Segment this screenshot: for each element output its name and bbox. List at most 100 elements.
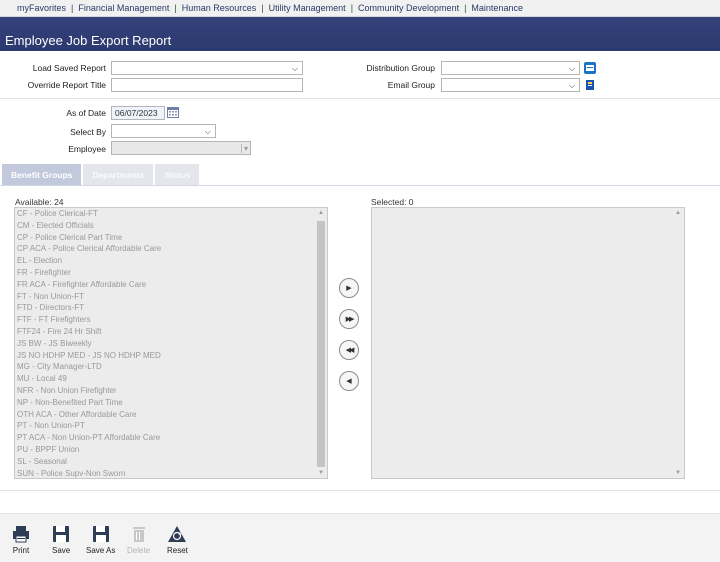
toolbar: Print Save Save As Delete Reset — [0, 513, 720, 562]
nav-financial-management[interactable]: Financial Management — [78, 3, 169, 13]
list-item[interactable]: PU - BPPF Union — [15, 444, 327, 456]
scroll-down-icon[interactable]: ▼ — [316, 470, 326, 476]
list-item[interactable]: JS BW - JS Biweekly — [15, 338, 327, 350]
address-book-icon[interactable] — [584, 79, 596, 91]
reset-label: Reset — [167, 546, 188, 555]
move-left-button[interactable]: ◀ — [339, 371, 359, 391]
nav-utility-management[interactable]: Utility Management — [269, 3, 346, 13]
available-list-items: CF - Police Clerical-FT CM - Elected Offi… — [15, 208, 327, 478]
load-saved-report-label: Load Saved Report — [32, 63, 106, 73]
chevron-down-icon: ⌵ — [204, 127, 211, 136]
nav-community-development[interactable]: Community Development — [358, 3, 459, 13]
list-item[interactable]: CP ACA - Police Clerical Affordable Care — [15, 243, 327, 255]
distribution-group-label: Distribution Group — [366, 63, 435, 73]
nav-myfavorites[interactable]: myFavorites — [17, 3, 66, 13]
as-of-date-label: As of Date — [66, 108, 106, 118]
floppy-disk-icon — [92, 526, 109, 542]
page-header: Employee Job Export Report — [0, 17, 720, 51]
tab-bar: Benefit Groups Departments Status — [2, 164, 201, 186]
printer-icon — [13, 526, 29, 543]
chevron-down-icon: ▾ — [240, 144, 248, 153]
tab-departments[interactable]: Departments — [83, 164, 154, 186]
select-by-select[interactable]: ⌵ — [111, 124, 216, 138]
calendar-icon[interactable] — [167, 106, 179, 118]
load-saved-report-select[interactable]: ⌵ — [111, 61, 303, 75]
nav-separator: | — [261, 3, 264, 13]
override-report-title-input[interactable] — [111, 78, 303, 92]
nav-human-resources[interactable]: Human Resources — [182, 3, 257, 13]
fast-forward-icon: ▶▶ — [345, 316, 355, 323]
nav-maintenance[interactable]: Maintenance — [471, 3, 523, 13]
employee-select[interactable]: ▾ — [111, 141, 251, 155]
available-count-label: Available: 24 — [15, 197, 64, 207]
list-item[interactable]: SUN - Police Supv-Non Sworn — [15, 468, 327, 478]
list-item[interactable]: NP - Non-Benefited Part Time — [15, 397, 327, 409]
back-icon: ◀ — [346, 378, 352, 385]
list-item[interactable]: FTF - FT Firefighters — [15, 314, 327, 326]
scrollbar-thumb[interactable] — [317, 221, 325, 467]
play-icon: ▶ — [346, 285, 352, 292]
list-item[interactable]: FTD - Directors-FT — [15, 302, 327, 314]
move-right-button[interactable]: ▶ — [339, 278, 359, 298]
move-all-left-button[interactable]: ◀◀ — [339, 340, 359, 360]
list-item[interactable]: SL - Seasonal — [15, 456, 327, 468]
list-item[interactable]: CF - Police Clerical-FT — [15, 208, 327, 220]
selected-list-scrollbar[interactable]: ▲ ▼ — [673, 209, 683, 477]
scroll-up-icon[interactable]: ▲ — [673, 210, 683, 216]
list-item[interactable]: JS NO HDHP MED - JS NO HDHP MED — [15, 350, 327, 362]
list-item[interactable]: NFR - Non Union Firefighter — [15, 385, 327, 397]
scroll-up-icon[interactable]: ▲ — [316, 210, 326, 216]
divider — [0, 490, 720, 491]
list-item[interactable]: PT ACA - Non Union-PT Affordable Care — [15, 432, 327, 444]
chevron-down-icon: ⌵ — [291, 64, 298, 73]
scroll-down-icon[interactable]: ▼ — [673, 470, 683, 476]
page-title: Employee Job Export Report — [5, 33, 172, 48]
list-item[interactable]: MU - Local 49 — [15, 373, 327, 385]
save-as-label: Save As — [86, 546, 116, 555]
email-group-select[interactable]: ⌵ — [441, 78, 580, 92]
chevron-down-icon: ⌵ — [568, 64, 575, 73]
list-item[interactable]: CP - Police Clerical Part Time — [15, 232, 327, 244]
distribution-group-lookup-icon[interactable] — [584, 62, 596, 74]
trash-icon — [132, 527, 145, 542]
list-item[interactable]: CM - Elected Officials — [15, 220, 327, 232]
list-item[interactable]: FR ACA - Firefighter Affordable Care — [15, 279, 327, 291]
divider — [0, 98, 720, 99]
distribution-group-select[interactable]: ⌵ — [441, 61, 580, 75]
list-item[interactable]: FR - Firefighter — [15, 267, 327, 279]
chevron-down-icon: ⌵ — [568, 81, 575, 90]
top-nav: myFavorites | Financial Management | Hum… — [0, 0, 720, 17]
print-button[interactable]: Print — [12, 525, 30, 555]
list-item[interactable]: MG - City Manager-LTD — [15, 361, 327, 373]
nav-separator: | — [174, 3, 177, 13]
save-as-button[interactable]: Save As — [86, 525, 115, 555]
employee-label: Employee — [68, 144, 106, 154]
move-all-right-button[interactable]: ▶▶ — [339, 309, 359, 329]
selected-list[interactable]: ▲ ▼ — [371, 207, 685, 479]
list-item[interactable]: FTF24 - Fire 24 Hr Shift — [15, 326, 327, 338]
email-group-label: Email Group — [387, 80, 435, 90]
floppy-disk-icon — [53, 526, 70, 542]
reset-button[interactable]: Reset — [167, 525, 188, 555]
tab-status[interactable]: Status — [155, 164, 200, 186]
available-list[interactable]: CF - Police Clerical-FT CM - Elected Offi… — [14, 207, 328, 479]
list-item[interactable]: OTH ACA - Other Affordable Care — [15, 409, 327, 421]
tab-underline — [0, 185, 720, 186]
reset-icon — [168, 526, 187, 542]
save-button[interactable]: Save — [52, 525, 70, 555]
as-of-date-input[interactable]: 06/07/2023 — [111, 106, 165, 120]
save-label: Save — [52, 546, 71, 555]
print-label: Print — [12, 546, 30, 555]
tab-benefit-groups[interactable]: Benefit Groups — [2, 164, 82, 186]
select-by-label: Select By — [70, 127, 106, 137]
rewind-icon: ◀◀ — [345, 347, 355, 354]
available-list-scrollbar[interactable]: ▲ ▼ — [316, 209, 326, 477]
delete-button[interactable]: Delete — [127, 525, 150, 555]
override-report-title-label: Override Report Title — [27, 80, 106, 90]
list-item[interactable]: PT - Non Union-PT — [15, 420, 327, 432]
list-item[interactable]: EL - Election — [15, 255, 327, 267]
list-item[interactable]: FT - Non Union-FT — [15, 291, 327, 303]
nav-separator: | — [350, 3, 354, 13]
selected-count-label: Selected: 0 — [371, 197, 414, 207]
nav-separator: | — [71, 3, 74, 13]
